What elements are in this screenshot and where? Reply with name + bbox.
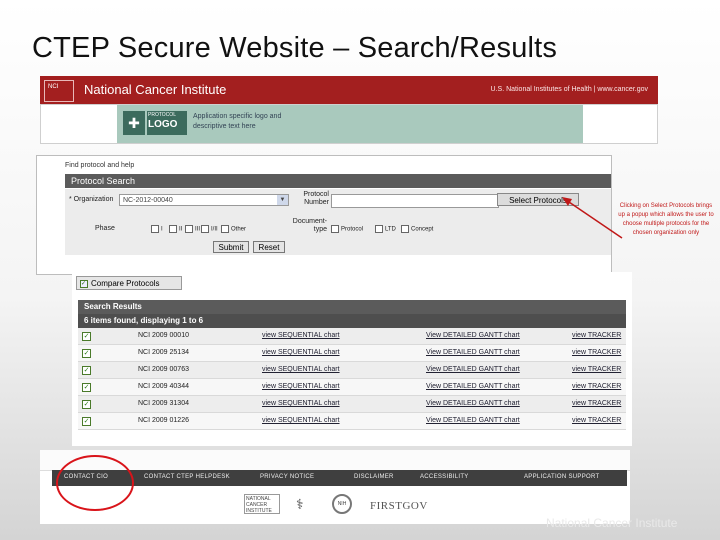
footer-link[interactable]: ACCESSIBILITY <box>420 474 469 480</box>
search-results-table: Search Results 6 items found, displaying… <box>78 300 626 444</box>
table-row: ✓ NCI 2009 31304 view SEQUENTIAL chart View… <box>78 396 626 413</box>
gantt-chart-link[interactable]: View DETAILED GANTT chart <box>426 332 520 339</box>
tracker-link[interactable]: view TRACKER <box>572 383 621 390</box>
row-checkbox[interactable]: ✓ <box>82 366 91 375</box>
checkbox[interactable] <box>221 225 229 233</box>
cross-icon: ✚ <box>123 111 145 135</box>
sequential-chart-link[interactable]: view SEQUENTIAL chart <box>262 417 340 424</box>
help-link[interactable]: Find protocol and help <box>65 162 134 169</box>
tracker-link[interactable]: view TRACKER <box>572 366 621 373</box>
gantt-chart-link[interactable]: View DETAILED GANTT chart <box>426 366 520 373</box>
tracker-link[interactable]: view TRACKER <box>572 349 621 356</box>
gantt-chart-link[interactable]: View DETAILED GANTT chart <box>426 383 520 390</box>
phase-option[interactable]: Other <box>221 225 246 233</box>
results-title: Search Results <box>78 300 626 314</box>
organization-select[interactable]: NC-2012-00040 ▼ <box>119 194 289 206</box>
gantt-chart-link[interactable]: View DETAILED GANTT chart <box>426 400 520 407</box>
table-row: ✓ NCI 2009 40344 view SEQUENTIAL chart View… <box>78 379 626 396</box>
document-type-option[interactable]: Concept <box>401 225 433 233</box>
row-checkbox[interactable]: ✓ <box>82 383 91 392</box>
sequential-chart-link[interactable]: view SEQUENTIAL chart <box>262 332 340 339</box>
row-checkbox[interactable]: ✓ <box>82 400 91 409</box>
sequential-chart-link[interactable]: view SEQUENTIAL chart <box>262 349 340 356</box>
protocol-search-header: Protocol Search <box>65 174 611 188</box>
protocol-number-input[interactable] <box>331 194 499 208</box>
footer-link[interactable]: APPLICATION SUPPORT <box>524 474 600 480</box>
checkbox[interactable] <box>331 225 339 233</box>
footer-link[interactable]: PRIVACY NOTICE <box>260 474 314 480</box>
sequential-chart-link[interactable]: view SEQUENTIAL chart <box>262 383 340 390</box>
phase-option[interactable]: I <box>151 225 163 233</box>
table-row: ✓ NCI 2009 01226 view SEQUENTIAL chart View… <box>78 413 626 430</box>
checkbox[interactable] <box>169 225 177 233</box>
gantt-chart-link[interactable]: View DETAILED GANTT chart <box>426 349 520 356</box>
checkbox[interactable] <box>185 225 193 233</box>
protocol-number-label: Protocol Number <box>303 191 329 206</box>
results-summary: 6 items found, displaying 1 to 6 <box>78 314 626 328</box>
app-logo-strip: ✚ PROTOCOL LOGO Application specific log… <box>117 105 583 143</box>
chevron-down-icon[interactable]: ▼ <box>277 195 288 205</box>
app-header: ✚ PROTOCOL LOGO Application specific log… <box>40 104 658 144</box>
protocol-id: NCI 2009 40344 <box>138 383 189 390</box>
phase-option[interactable]: I/II <box>201 225 218 233</box>
watermark-text: National Cancer Institute <box>546 516 678 530</box>
table-row: ✓ NCI 2009 00010 view SEQUENTIAL chart View… <box>78 328 626 345</box>
contact-cio-highlight <box>56 455 134 511</box>
nci-footer-logo[interactable]: NATIONAL CANCER INSTITUTE <box>244 494 280 514</box>
row-checkbox[interactable]: ✓ <box>82 332 91 341</box>
firstgov-logo[interactable]: FIRSTGOV <box>370 500 428 512</box>
nih-seal-logo[interactable]: NIH <box>332 494 352 514</box>
results-rows: ✓ NCI 2009 00010 view SEQUENTIAL chart View… <box>78 328 626 430</box>
tracker-link[interactable]: view TRACKER <box>572 400 621 407</box>
sequential-chart-link[interactable]: view SEQUENTIAL chart <box>262 366 340 373</box>
table-row: ✓ NCI 2009 00763 view SEQUENTIAL chart View… <box>78 362 626 379</box>
protocol-search-panel: Find protocol and help Protocol Search *… <box>36 155 612 275</box>
document-type-label: Document-type <box>292 218 327 233</box>
phase-option[interactable]: III <box>185 225 200 233</box>
results-area: ✓ Compare Protocols Search Results 6 ite… <box>72 272 632 446</box>
checkbox[interactable] <box>201 225 209 233</box>
phase-option[interactable]: II <box>169 225 182 233</box>
organization-label: * Organization <box>69 196 114 203</box>
protocol-id: NCI 2009 01226 <box>138 417 189 424</box>
compare-protocols-button[interactable]: ✓ Compare Protocols <box>76 276 182 290</box>
checkbox[interactable] <box>151 225 159 233</box>
hhs-logo[interactable]: ⚕ <box>296 496 304 513</box>
callout-note: Clicking on Select Protocols brings up a… <box>618 203 714 236</box>
row-checkbox[interactable]: ✓ <box>82 417 91 426</box>
gantt-chart-link[interactable]: View DETAILED GANTT chart <box>426 417 520 424</box>
phase-label: Phase <box>95 225 115 232</box>
nih-link[interactable]: U.S. National Institutes of Health | www… <box>491 86 648 93</box>
submit-button[interactable]: Submit <box>213 241 249 253</box>
document-type-option[interactable]: LTD <box>375 225 396 233</box>
footer-nav: CONTACT CIO CONTACT CTEP HELPDESK PRIVACY … <box>52 470 627 486</box>
document-type-option[interactable]: Protocol <box>331 225 363 233</box>
sequential-chart-link[interactable]: view SEQUENTIAL chart <box>262 400 340 407</box>
checkbox[interactable] <box>375 225 383 233</box>
reset-button[interactable]: Reset <box>253 241 285 253</box>
row-checkbox[interactable]: ✓ <box>82 349 91 358</box>
slide-title: CTEP Secure Website – Search/Results <box>32 32 558 64</box>
footer-link[interactable]: CONTACT CTEP HELPDESK <box>144 474 230 480</box>
table-row: ✓ NCI 2009 25134 view SEQUENTIAL chart View… <box>78 345 626 362</box>
checkmark-icon: ✓ <box>80 280 88 288</box>
app-logo: PROTOCOL LOGO <box>147 111 187 135</box>
protocol-id: NCI 2009 00010 <box>138 332 189 339</box>
nci-name[interactable]: National Cancer Institute <box>84 82 226 97</box>
tracker-link[interactable]: view TRACKER <box>572 332 621 339</box>
protocol-search-form: * Organization NC-2012-00040 ▼ Protocol … <box>65 189 611 255</box>
tracker-link[interactable]: view TRACKER <box>572 417 621 424</box>
app-description: Application specific logo and descriptiv… <box>193 113 282 130</box>
nci-banner: NCI National Cancer Institute U.S. Natio… <box>40 76 658 104</box>
footer-link[interactable]: DISCLAIMER <box>354 474 394 480</box>
protocol-id: NCI 2009 31304 <box>138 400 189 407</box>
checkbox[interactable] <box>401 225 409 233</box>
protocol-id: NCI 2009 25134 <box>138 349 189 356</box>
protocol-id: NCI 2009 00763 <box>138 366 189 373</box>
nci-logo[interactable]: NCI <box>44 80 74 102</box>
